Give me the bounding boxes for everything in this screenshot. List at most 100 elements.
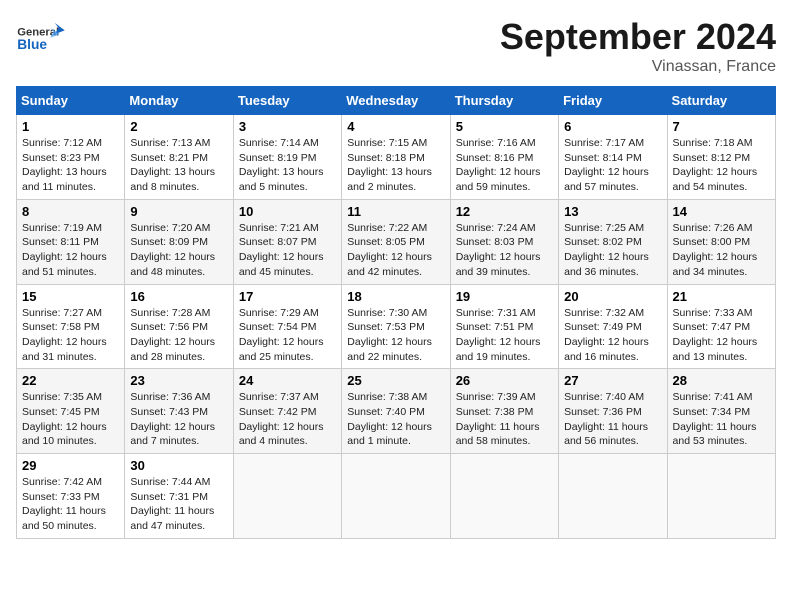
calendar-cell: 3Sunrise: 7:14 AMSunset: 8:19 PMDaylight… [233,115,341,200]
day-info: Sunrise: 7:25 AMSunset: 8:02 PMDaylight:… [564,221,661,280]
calendar-week-row: 15 Sunrise: 7:27 AMSunset: 7:58 PMDayligh… [17,284,776,369]
calendar-week-row: 8Sunrise: 7:19 AMSunset: 8:11 PMDaylight… [17,199,776,284]
page-header: General Blue September 2024 Vinassan, Fr… [16,16,776,76]
day-number: 16 [130,289,227,304]
calendar-table: SundayMondayTuesdayWednesdayThursdayFrid… [16,86,776,539]
day-info: Sunrise: 7:30 AMSunset: 7:53 PMDaylight:… [347,306,444,365]
day-info: Sunrise: 7:18 AMSunset: 8:12 PMDaylight:… [673,136,770,195]
calendar-cell [233,454,341,539]
day-number: 13 [564,204,661,219]
calendar-week-row: 29 Sunrise: 7:42 AMSunset: 7:33 PMDayligh… [17,454,776,539]
day-info: Sunrise: 7:42 AMSunset: 7:33 PMDaylight:… [22,475,119,534]
calendar-cell: 27 Sunrise: 7:40 AMSunset: 7:36 PMDayligh… [559,369,667,454]
calendar-cell: 4 Sunrise: 7:15 AMSunset: 8:18 PMDaylight… [342,115,450,200]
calendar-cell: 19 Sunrise: 7:31 AMSunset: 7:51 PMDayligh… [450,284,558,369]
calendar-week-row: 22Sunrise: 7:35 AMSunset: 7:45 PMDayligh… [17,369,776,454]
day-number: 29 [22,458,119,473]
day-info: Sunrise: 7:13 AMSunset: 8:21 PMDaylight:… [130,136,227,195]
day-number: 5 [456,119,553,134]
calendar-cell: 14 Sunrise: 7:26 AMSunset: 8:00 PMDayligh… [667,199,775,284]
day-info: Sunrise: 7:20 AMSunset: 8:09 PMDaylight:… [130,221,227,280]
day-info: Sunrise: 7:24 AMSunset: 8:03 PMDaylight:… [456,221,553,280]
calendar-cell: 24Sunrise: 7:37 AMSunset: 7:42 PMDayligh… [233,369,341,454]
location-title: Vinassan, France [500,58,776,76]
day-info: Sunrise: 7:17 AMSunset: 8:14 PMDaylight:… [564,136,661,195]
day-number: 8 [22,204,119,219]
day-number: 9 [130,204,227,219]
weekday-header-saturday: Saturday [667,87,775,115]
calendar-cell: 16 Sunrise: 7:28 AMSunset: 7:56 PMDayligh… [125,284,233,369]
calendar-cell: 29 Sunrise: 7:42 AMSunset: 7:33 PMDayligh… [17,454,125,539]
day-info: Sunrise: 7:21 AMSunset: 8:07 PMDaylight:… [239,221,336,280]
title-block: September 2024 Vinassan, France [500,16,776,76]
day-info: Sunrise: 7:40 AMSunset: 7:36 PMDaylight:… [564,390,661,449]
calendar-cell: 13 Sunrise: 7:25 AMSunset: 8:02 PMDayligh… [559,199,667,284]
day-info: Sunrise: 7:36 AMSunset: 7:43 PMDaylight:… [130,390,227,449]
day-info: Sunrise: 7:41 AMSunset: 7:34 PMDaylight:… [673,390,770,449]
day-number: 6 [564,119,661,134]
calendar-cell: 17Sunrise: 7:29 AMSunset: 7:54 PMDayligh… [233,284,341,369]
weekday-header-row: SundayMondayTuesdayWednesdayThursdayFrid… [17,87,776,115]
day-number: 12 [456,204,553,219]
day-info: Sunrise: 7:44 AMSunset: 7:31 PMDaylight:… [130,475,227,534]
general-blue-logo: General Blue [16,16,66,61]
calendar-cell: 9 Sunrise: 7:20 AMSunset: 8:09 PMDaylight… [125,199,233,284]
svg-text:Blue: Blue [17,37,47,52]
day-number: 19 [456,289,553,304]
day-number: 10 [239,204,336,219]
day-info: Sunrise: 7:27 AMSunset: 7:58 PMDaylight:… [22,306,119,365]
day-number: 23 [130,373,227,388]
weekday-header-tuesday: Tuesday [233,87,341,115]
day-info: Sunrise: 7:28 AMSunset: 7:56 PMDaylight:… [130,306,227,365]
calendar-cell: 11Sunrise: 7:22 AMSunset: 8:05 PMDayligh… [342,199,450,284]
day-number: 7 [673,119,770,134]
day-number: 25 [347,373,444,388]
day-number: 22 [22,373,119,388]
day-number: 1 [22,119,119,134]
calendar-cell: 20Sunrise: 7:32 AMSunset: 7:49 PMDayligh… [559,284,667,369]
day-info: Sunrise: 7:38 AMSunset: 7:40 PMDaylight:… [347,390,444,449]
day-number: 2 [130,119,227,134]
day-number: 18 [347,289,444,304]
calendar-cell [559,454,667,539]
calendar-cell: 30 Sunrise: 7:44 AMSunset: 7:31 PMDayligh… [125,454,233,539]
calendar-cell: 5 Sunrise: 7:16 AMSunset: 8:16 PMDaylight… [450,115,558,200]
weekday-header-thursday: Thursday [450,87,558,115]
calendar-cell: 8Sunrise: 7:19 AMSunset: 8:11 PMDaylight… [17,199,125,284]
weekday-header-wednesday: Wednesday [342,87,450,115]
calendar-cell: 28 Sunrise: 7:41 AMSunset: 7:34 PMDayligh… [667,369,775,454]
day-number: 24 [239,373,336,388]
day-info: Sunrise: 7:33 AMSunset: 7:47 PMDaylight:… [673,306,770,365]
day-info: Sunrise: 7:16 AMSunset: 8:16 PMDaylight:… [456,136,553,195]
weekday-header-friday: Friday [559,87,667,115]
day-number: 15 [22,289,119,304]
day-number: 30 [130,458,227,473]
day-info: Sunrise: 7:26 AMSunset: 8:00 PMDaylight:… [673,221,770,280]
calendar-cell [342,454,450,539]
calendar-cell: 7 Sunrise: 7:18 AMSunset: 8:12 PMDaylight… [667,115,775,200]
day-number: 21 [673,289,770,304]
calendar-cell: 15 Sunrise: 7:27 AMSunset: 7:58 PMDayligh… [17,284,125,369]
day-number: 3 [239,119,336,134]
calendar-cell [450,454,558,539]
calendar-cell: 21 Sunrise: 7:33 AMSunset: 7:47 PMDayligh… [667,284,775,369]
calendar-cell: 22Sunrise: 7:35 AMSunset: 7:45 PMDayligh… [17,369,125,454]
day-info: Sunrise: 7:39 AMSunset: 7:38 PMDaylight:… [456,390,553,449]
day-number: 14 [673,204,770,219]
day-info: Sunrise: 7:12 AMSunset: 8:23 PMDaylight:… [22,136,119,195]
calendar-cell: 2 Sunrise: 7:13 AMSunset: 8:21 PMDaylight… [125,115,233,200]
day-number: 26 [456,373,553,388]
day-number: 28 [673,373,770,388]
day-info: Sunrise: 7:15 AMSunset: 8:18 PMDaylight:… [347,136,444,195]
logo: General Blue [16,16,66,61]
weekday-header-sunday: Sunday [17,87,125,115]
day-number: 20 [564,289,661,304]
day-number: 27 [564,373,661,388]
calendar-cell [667,454,775,539]
calendar-cell: 23 Sunrise: 7:36 AMSunset: 7:43 PMDayligh… [125,369,233,454]
calendar-cell: 25 Sunrise: 7:38 AMSunset: 7:40 PMDayligh… [342,369,450,454]
month-title: September 2024 [500,16,776,58]
day-number: 11 [347,204,444,219]
day-info: Sunrise: 7:31 AMSunset: 7:51 PMDaylight:… [456,306,553,365]
day-number: 4 [347,119,444,134]
